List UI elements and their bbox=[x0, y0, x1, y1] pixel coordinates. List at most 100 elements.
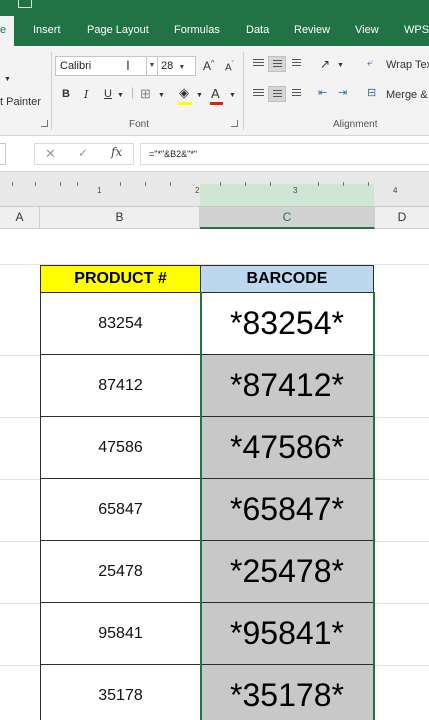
font-size-field[interactable]: 28 ▼ bbox=[158, 56, 196, 76]
italic-button[interactable]: I bbox=[84, 89, 88, 100]
barcode-cell[interactable]: *35178* bbox=[200, 664, 374, 720]
wrap-text-icon: ⤶ bbox=[367, 57, 374, 69]
font-color-button[interactable]: A bbox=[211, 87, 220, 100]
ruler-tick bbox=[60, 182, 61, 186]
ruler-mark-1: 1 bbox=[97, 186, 102, 195]
ruler-tick bbox=[318, 182, 319, 186]
ruler-tick bbox=[245, 182, 246, 186]
excel-window: e Insert Page Layout Formulas Data Revie… bbox=[0, 0, 429, 720]
orientation-icon[interactable]: ↗ bbox=[320, 58, 330, 70]
sheet-gridline bbox=[375, 665, 429, 666]
product-cell[interactable]: 83254 bbox=[40, 292, 201, 355]
bold-button[interactable]: B bbox=[62, 89, 70, 100]
formula-input[interactable]: ="*"&B2&"*" bbox=[140, 143, 429, 165]
barcode-cell[interactable]: *47586* bbox=[200, 416, 374, 479]
sheet-gridline bbox=[0, 665, 40, 666]
align-right-button[interactable] bbox=[287, 86, 305, 102]
separator-icon: | bbox=[131, 85, 135, 99]
grow-font-button[interactable]: A^ bbox=[203, 60, 214, 72]
font-name-dropdown[interactable]: ▼ bbox=[147, 56, 158, 76]
shrink-font-button[interactable]: Aˇ bbox=[225, 61, 234, 73]
name-box[interactable] bbox=[0, 143, 6, 165]
barcode-cell[interactable]: *25478* bbox=[200, 540, 374, 603]
quick-access-icon[interactable] bbox=[18, 0, 32, 8]
align-right-icon bbox=[292, 89, 301, 98]
tab-review[interactable]: Review bbox=[294, 24, 330, 36]
ruler-tick bbox=[77, 182, 78, 186]
chevron-down-icon[interactable]: ▼ bbox=[337, 62, 344, 69]
tab-wps[interactable]: WPS bbox=[404, 24, 429, 36]
product-cell[interactable]: 35178 bbox=[40, 664, 201, 720]
font-launcher-icon[interactable] bbox=[231, 120, 238, 127]
chevron-down-icon: ▼ bbox=[178, 64, 186, 71]
confirm-icon[interactable]: ✓ bbox=[78, 146, 88, 160]
fill-color-icon[interactable]: ◈ bbox=[179, 86, 189, 99]
ribbon-home: ▼ t Painter Calibri I ▼ 28 ▼ A^ Aˇ B I U… bbox=[0, 46, 429, 136]
group-divider bbox=[51, 52, 52, 130]
font-group-label: Font bbox=[129, 119, 150, 130]
format-painter-button[interactable]: t Painter bbox=[0, 96, 41, 108]
align-top-button[interactable] bbox=[250, 56, 268, 72]
insert-function-button[interactable]: fx bbox=[111, 145, 122, 159]
ruler-tick bbox=[368, 182, 369, 186]
tab-formulas[interactable]: Formulas bbox=[174, 24, 220, 36]
chevron-down-icon[interactable]: ▼ bbox=[229, 92, 236, 99]
wrap-text-button[interactable]: Wrap Tex bbox=[386, 59, 429, 71]
barcode-cell[interactable]: *65847* bbox=[200, 478, 374, 541]
tab-home[interactable]: e bbox=[0, 16, 14, 46]
tab-page-layout[interactable]: Page Layout bbox=[87, 24, 149, 36]
clipboard-launcher-icon[interactable] bbox=[41, 120, 48, 127]
product-cell[interactable]: 25478 bbox=[40, 540, 201, 603]
ruler-tick bbox=[35, 182, 36, 186]
underline-button[interactable]: U bbox=[104, 89, 112, 100]
align-left-icon bbox=[253, 89, 264, 98]
align-bottom-button[interactable] bbox=[287, 56, 305, 72]
grow-font-icon: A bbox=[203, 59, 212, 73]
sheet-gridline bbox=[0, 603, 40, 604]
merge-center-button[interactable]: Merge & bbox=[386, 89, 428, 101]
column-header-a[interactable]: A bbox=[0, 207, 40, 229]
column-header-c[interactable]: C bbox=[200, 207, 375, 229]
barcode-header-cell[interactable]: BARCODE bbox=[200, 265, 374, 293]
product-cell[interactable]: 95841 bbox=[40, 602, 201, 665]
chevron-down-icon[interactable]: ▼ bbox=[117, 92, 124, 99]
sheet-gridline bbox=[0, 541, 40, 542]
chevron-down-icon[interactable]: ▼ bbox=[158, 92, 165, 99]
ruler-mark-4: 4 bbox=[393, 186, 398, 195]
product-header-cell[interactable]: PRODUCT # bbox=[40, 265, 201, 293]
ruler-tick bbox=[170, 182, 171, 186]
shrink-font-icon: A bbox=[225, 62, 232, 74]
align-left-button[interactable] bbox=[250, 86, 268, 102]
barcode-cell[interactable]: *95841* bbox=[200, 602, 374, 665]
ruler-tick bbox=[343, 182, 344, 186]
align-center-icon bbox=[273, 90, 282, 99]
font-name-field[interactable]: Calibri bbox=[55, 56, 147, 76]
barcode-cell[interactable]: *87412* bbox=[200, 354, 374, 417]
barcode-cell[interactable]: *83254* bbox=[200, 292, 374, 355]
align-middle-button[interactable] bbox=[268, 56, 286, 72]
align-center-button[interactable] bbox=[268, 86, 286, 102]
chevron-down-icon[interactable]: ▼ bbox=[4, 76, 11, 83]
tab-data[interactable]: Data bbox=[246, 24, 269, 36]
column-header-d[interactable]: D bbox=[375, 207, 429, 229]
merge-icon: ⊟ bbox=[367, 87, 377, 99]
ruler-tick bbox=[145, 182, 146, 186]
product-cell[interactable]: 65847 bbox=[40, 478, 201, 541]
ruler-tick bbox=[270, 182, 271, 186]
decrease-indent-icon[interactable]: ⇤ bbox=[318, 88, 327, 99]
borders-icon[interactable]: ⊞ bbox=[140, 87, 151, 100]
column-header-b[interactable]: B bbox=[40, 207, 200, 229]
ruler-tick bbox=[220, 182, 221, 186]
ruler-selection-highlight bbox=[200, 184, 374, 206]
cancel-icon[interactable]: ✕ bbox=[45, 146, 56, 162]
sheet-gridline bbox=[375, 479, 429, 480]
product-cell[interactable]: 87412 bbox=[40, 354, 201, 417]
chevron-down-icon[interactable]: ▼ bbox=[196, 92, 203, 99]
increase-indent-icon[interactable]: ⇥ bbox=[338, 88, 347, 99]
tab-insert[interactable]: Insert bbox=[33, 24, 61, 36]
product-cell[interactable]: 47586 bbox=[40, 416, 201, 479]
ruler-mark-2: 2 bbox=[195, 186, 200, 195]
text-cursor-icon: I bbox=[126, 57, 130, 73]
tab-view[interactable]: View bbox=[355, 24, 379, 36]
sheet-gridline bbox=[0, 355, 40, 356]
